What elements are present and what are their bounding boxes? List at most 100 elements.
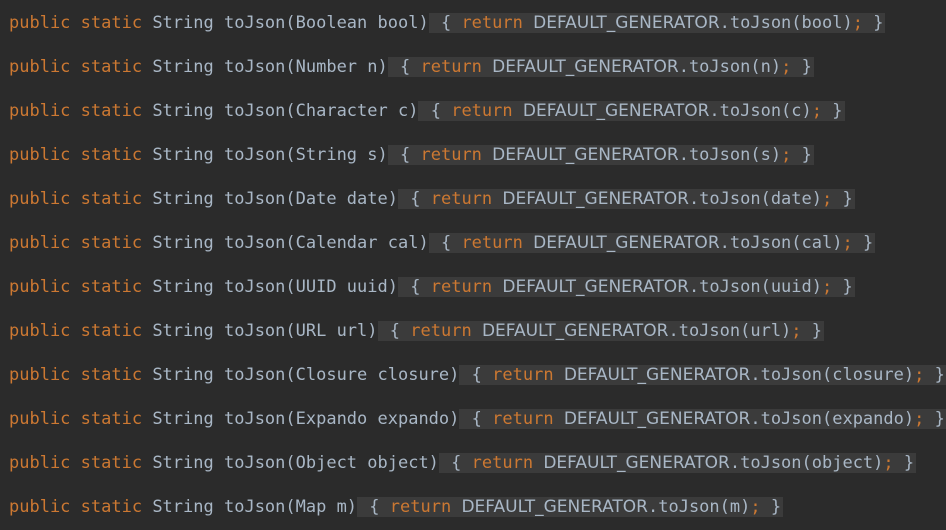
- semicolon: ;: [883, 453, 894, 473]
- semicolon: ;: [842, 233, 853, 253]
- folded-body[interactable]: { return DEFAULT_GENERATOR.toJson(url); …: [377, 321, 825, 341]
- method-call: .toJson(n): [678, 57, 782, 77]
- semicolon: ;: [822, 189, 833, 209]
- close-brace: }: [832, 101, 843, 121]
- code-line[interactable]: public static String toJson(Date date) {…: [9, 186, 855, 212]
- open-brace: {: [389, 321, 401, 341]
- semicolon: ;: [781, 57, 792, 77]
- modifiers: public static: [9, 277, 143, 297]
- return-keyword: return: [492, 409, 554, 429]
- folded-body[interactable]: { return DEFAULT_GENERATOR.toJson(object…: [438, 453, 917, 473]
- return-keyword: return: [410, 321, 472, 341]
- folded-body[interactable]: { return DEFAULT_GENERATOR.toJson(bool);…: [428, 13, 886, 33]
- semicolon: ;: [852, 13, 863, 33]
- method-signature: toJson(UUID uuid): [223, 277, 398, 297]
- method-signature: toJson(Closure closure): [223, 365, 460, 385]
- generator-constant: DEFAULT_GENERATOR: [563, 409, 751, 429]
- folded-body[interactable]: { return DEFAULT_GENERATOR.toJson(m); }: [357, 497, 784, 517]
- modifiers: public static: [9, 453, 143, 473]
- folded-body[interactable]: { return DEFAULT_GENERATOR.toJson(cal); …: [428, 233, 876, 253]
- method-call: .toJson(object): [729, 453, 884, 473]
- semicolon: ;: [791, 321, 802, 341]
- modifiers: public static: [9, 101, 143, 121]
- code-line[interactable]: public static String toJson(Boolean bool…: [9, 10, 886, 36]
- folded-body[interactable]: { return DEFAULT_GENERATOR.toJson(c); }: [418, 101, 845, 121]
- method-call: .toJson(s): [678, 145, 782, 165]
- method-signature: toJson(Character c): [223, 101, 419, 121]
- folded-body[interactable]: { return DEFAULT_GENERATOR.toJson(expand…: [459, 409, 946, 429]
- modifiers: public static: [9, 365, 143, 385]
- method-call: .toJson(url): [668, 321, 792, 341]
- method-signature: toJson(String s): [223, 145, 388, 165]
- close-brace: }: [770, 497, 782, 517]
- return-keyword: return: [420, 145, 482, 165]
- close-brace: }: [801, 145, 812, 165]
- return-type: String: [152, 497, 214, 517]
- method-signature: toJson(Expando expando): [223, 409, 460, 429]
- method-signature: toJson(Object object): [223, 453, 439, 473]
- generator-constant: DEFAULT_GENERATOR: [543, 453, 730, 473]
- return-keyword: return: [389, 497, 452, 517]
- open-brace: {: [471, 409, 482, 429]
- modifiers: public static: [9, 145, 143, 165]
- method-call: .toJson(closure): [750, 365, 915, 385]
- semicolon: ;: [822, 277, 833, 297]
- folded-body[interactable]: { return DEFAULT_GENERATOR.toJson(closur…: [459, 365, 946, 385]
- code-line[interactable]: public static String toJson(Calendar cal…: [9, 230, 876, 256]
- return-type: String: [152, 57, 214, 77]
- return-type: String: [152, 453, 214, 473]
- generator-constant: DEFAULT_GENERATOR: [481, 321, 669, 341]
- open-brace: {: [440, 13, 452, 33]
- code-line[interactable]: public static String toJson(Character c)…: [9, 98, 845, 124]
- modifiers: public static: [9, 13, 143, 33]
- generator-constant: DEFAULT_GENERATOR: [522, 101, 710, 121]
- modifiers: public static: [9, 189, 143, 209]
- method-call: .toJson(date): [688, 189, 822, 209]
- return-keyword: return: [451, 101, 513, 121]
- code-line[interactable]: public static String toJson(String s) { …: [9, 142, 814, 168]
- code-line[interactable]: public static String toJson(Map m) { ret…: [9, 494, 784, 520]
- folded-body[interactable]: { return DEFAULT_GENERATOR.toJson(date);…: [397, 189, 855, 209]
- method-signature: toJson(URL url): [223, 321, 378, 341]
- method-call: .toJson(c): [709, 101, 812, 121]
- modifiers: public static: [9, 57, 143, 77]
- code-line[interactable]: public static String toJson(Object objec…: [9, 450, 917, 476]
- return-keyword: return: [461, 233, 523, 253]
- close-brace: }: [873, 13, 884, 33]
- generator-constant: DEFAULT_GENERATOR: [563, 365, 751, 385]
- open-brace: {: [369, 497, 380, 517]
- return-type: String: [152, 233, 214, 253]
- method-call: .toJson(bool): [719, 13, 853, 33]
- folded-body[interactable]: { return DEFAULT_GENERATOR.toJson(n); }: [387, 57, 814, 77]
- modifiers: public static: [9, 409, 143, 429]
- close-brace: }: [811, 321, 823, 341]
- open-brace: {: [471, 365, 482, 385]
- close-brace: }: [862, 233, 874, 253]
- return-keyword: return: [471, 453, 534, 473]
- return-type: String: [152, 189, 214, 209]
- code-editor[interactable]: public static String toJson(Boolean bool…: [0, 0, 946, 530]
- method-signature: toJson(Number n): [223, 57, 388, 77]
- code-line[interactable]: public static String toJson(Expando expa…: [9, 406, 946, 432]
- method-signature: toJson(Boolean bool): [223, 13, 429, 33]
- return-type: String: [152, 101, 214, 121]
- semicolon: ;: [781, 145, 792, 165]
- close-brace: }: [842, 277, 853, 297]
- return-keyword: return: [461, 13, 523, 33]
- code-line[interactable]: public static String toJson(UUID uuid) {…: [9, 274, 855, 300]
- return-type: String: [152, 409, 214, 429]
- open-brace: {: [410, 277, 421, 297]
- return-type: String: [152, 277, 214, 297]
- folded-body[interactable]: { return DEFAULT_GENERATOR.toJson(uuid);…: [397, 277, 855, 297]
- open-brace: {: [430, 101, 441, 121]
- folded-body[interactable]: { return DEFAULT_GENERATOR.toJson(s); }: [387, 145, 814, 165]
- code-line[interactable]: public static String toJson(Number n) { …: [9, 54, 814, 80]
- code-line[interactable]: public static String toJson(URL url) { r…: [9, 318, 825, 344]
- return-keyword: return: [420, 57, 482, 77]
- semicolon: ;: [914, 365, 925, 385]
- close-brace: }: [801, 57, 812, 77]
- generator-constant: DEFAULT_GENERATOR: [461, 497, 648, 517]
- code-line[interactable]: public static String toJson(Closure clos…: [9, 362, 946, 388]
- method-call: .toJson(uuid): [688, 277, 822, 297]
- method-call: .toJson(expando): [750, 409, 915, 429]
